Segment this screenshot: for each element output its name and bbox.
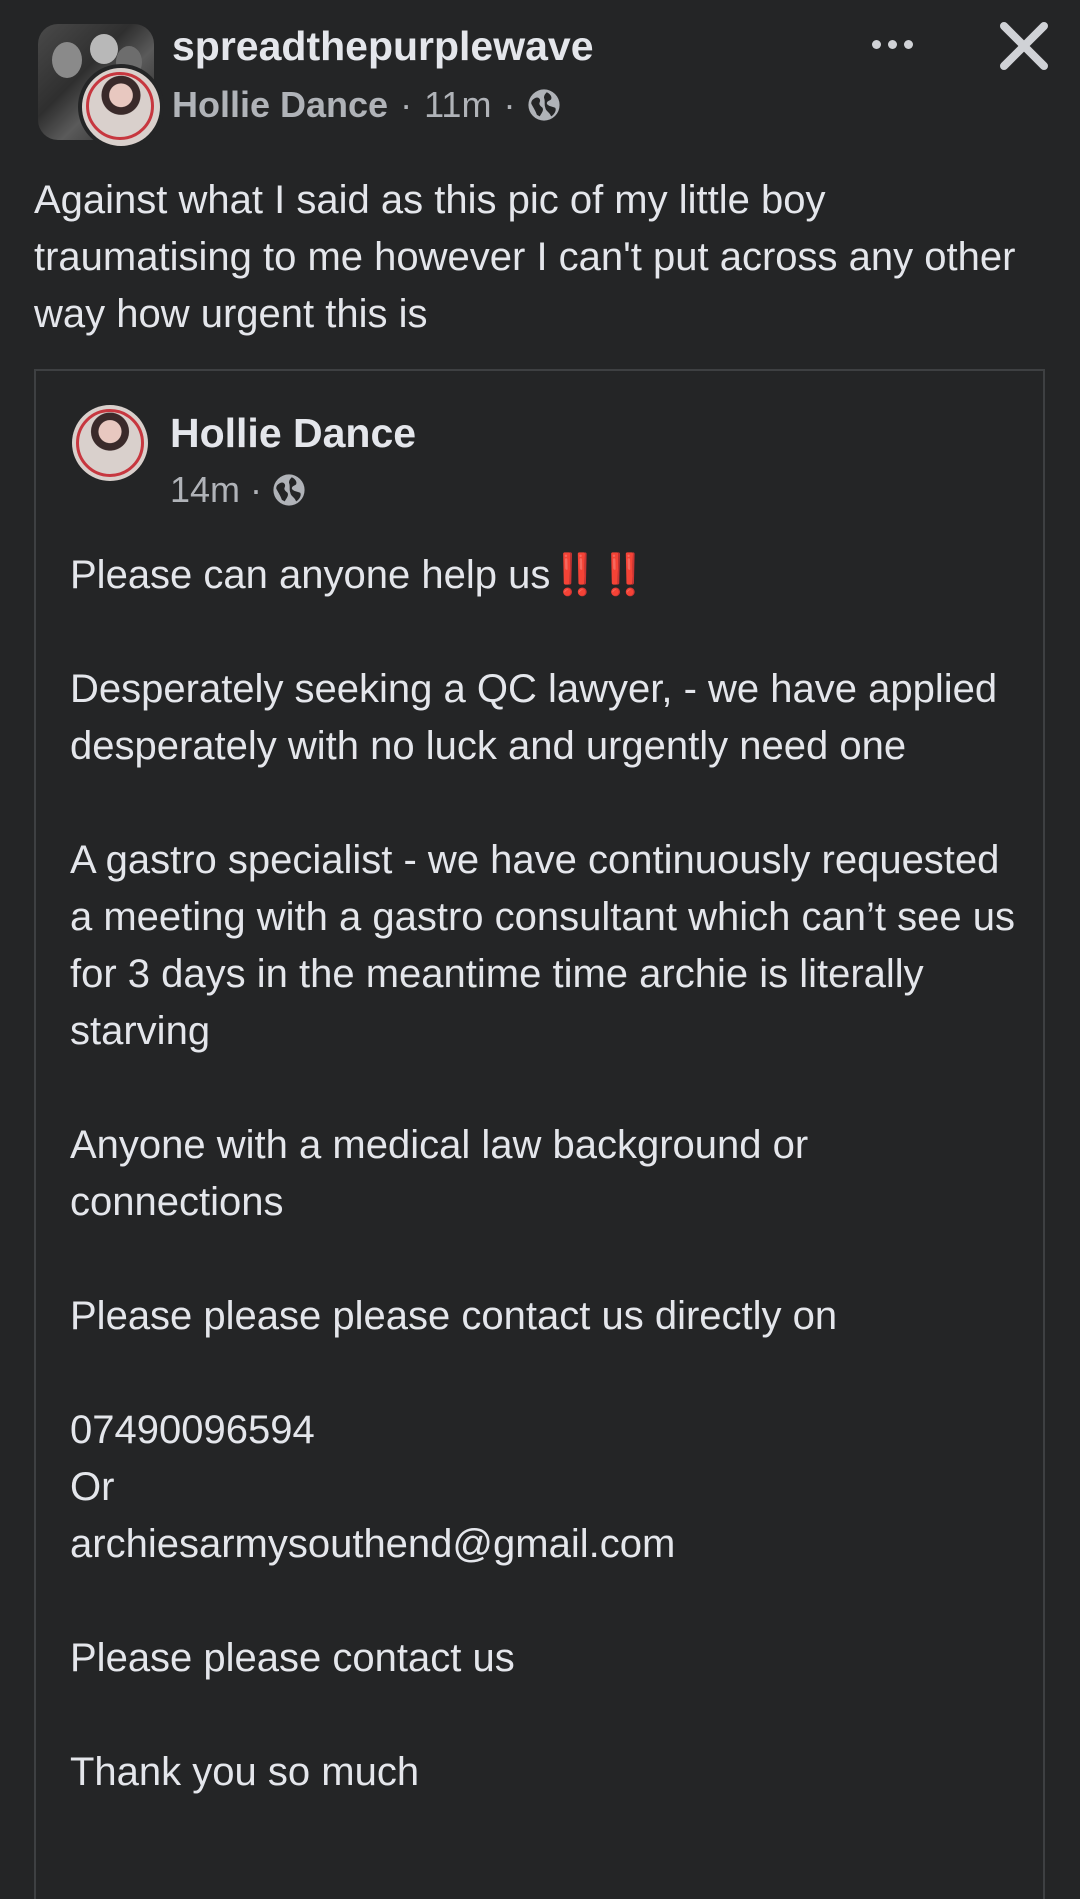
- paragraph-lawyer: Desperately seeking a QC lawyer, - we ha…: [70, 667, 998, 768]
- shared-post-body: Please can anyone help us‼️‼️ Desperatel…: [70, 547, 1020, 1858]
- author-avatar[interactable]: [78, 64, 164, 150]
- shared-author-name[interactable]: Hollie Dance: [170, 405, 416, 461]
- meta-separator: ·: [503, 84, 516, 125]
- post-text: Against what I said as this pic of my li…: [34, 178, 1016, 336]
- meta-separator: ·: [250, 469, 263, 510]
- meta-separator: ·: [400, 84, 413, 125]
- post-header: spreadthepurplewave Hollie Dance · 11m ·: [0, 0, 1080, 150]
- phone-number[interactable]: 07490096594: [70, 1402, 1020, 1459]
- post-meta: Hollie Dance · 11m ·: [172, 80, 561, 130]
- globe-icon: [273, 474, 305, 506]
- paragraph-contact: Please please please contact us directly…: [70, 1294, 838, 1338]
- or-text: Or: [70, 1465, 115, 1509]
- author-name[interactable]: Hollie Dance: [172, 80, 388, 130]
- post-time[interactable]: 11m: [424, 80, 491, 130]
- email-link[interactable]: archiesarmysouthend@gmail.com: [70, 1516, 1020, 1573]
- paragraph-request: Please can anyone help us‼️‼️: [70, 547, 1020, 604]
- paragraph-gastro: A gastro specialist - we have continuous…: [70, 838, 1015, 1053]
- shared-post[interactable]: Hollie Dance 14m · Please can anyone hel…: [34, 369, 1045, 1899]
- paragraph-medical-law: Anyone with a medical law background or …: [70, 1123, 809, 1224]
- shared-author-avatar[interactable]: [72, 405, 148, 481]
- paragraph-contact-us: Please please contact us: [70, 1636, 515, 1680]
- double-exclamation-emoji: ‼️‼️: [550, 553, 648, 597]
- globe-icon: [528, 89, 561, 121]
- paragraph-text: Please can anyone help us: [70, 553, 551, 597]
- paragraph-thanks: Thank you so much: [70, 1750, 420, 1794]
- shared-post-meta: 14m ·: [170, 465, 306, 515]
- close-icon[interactable]: [994, 16, 1054, 76]
- more-options-icon[interactable]: [862, 24, 922, 64]
- shared-post-time[interactable]: 14m: [170, 465, 240, 515]
- group-name[interactable]: spreadthepurplewave: [172, 18, 594, 74]
- group-avatar-stack[interactable]: [38, 24, 164, 150]
